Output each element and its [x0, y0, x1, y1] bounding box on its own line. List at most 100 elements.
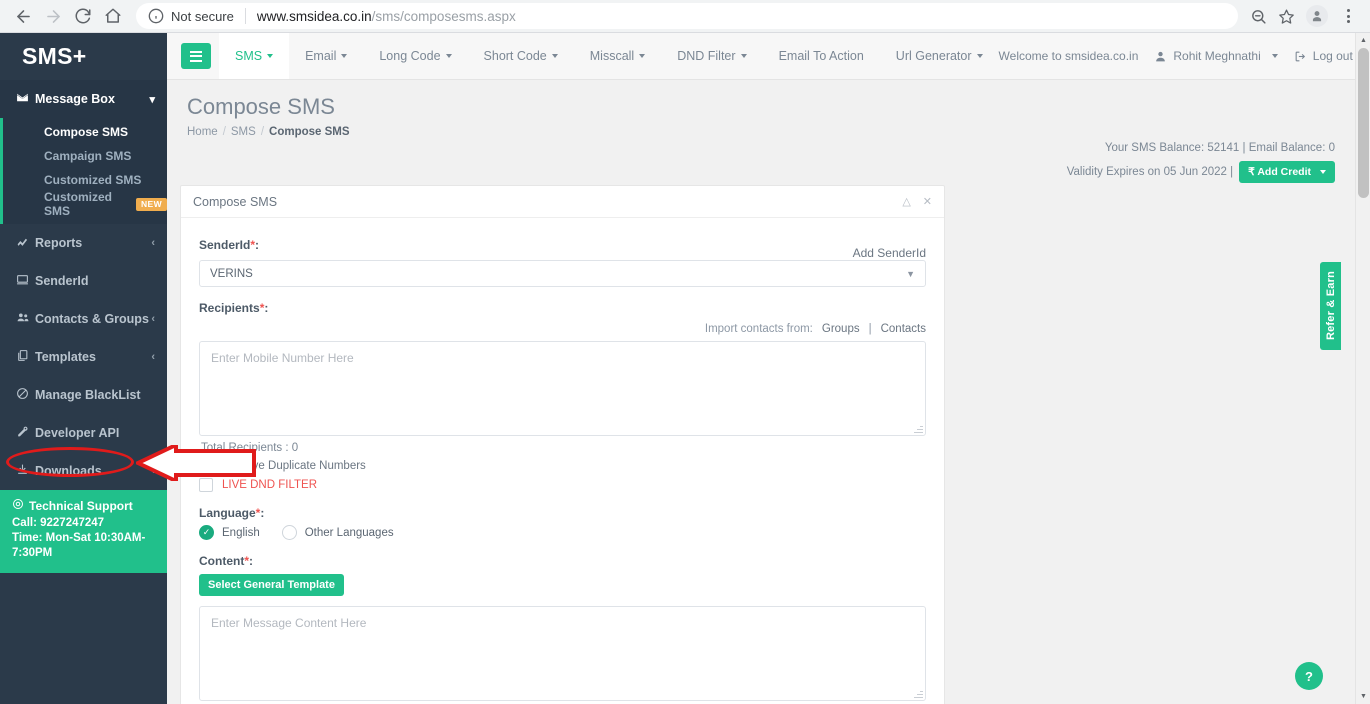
home-icon[interactable] [98, 1, 128, 31]
profile-avatar-icon[interactable] [1306, 5, 1328, 27]
chevron-up-icon[interactable]: △ [902, 195, 910, 208]
nav-item-long-code[interactable]: Long Code [363, 33, 467, 79]
sidebar-subitem-label: Compose SMS [44, 125, 128, 139]
user-name: Rohit Meghnathi [1173, 49, 1260, 63]
sidebar-item-compose-sms[interactable]: Compose SMS [0, 120, 167, 144]
radio-other-label: Other Languages [305, 527, 394, 539]
chart-line-icon [16, 235, 35, 251]
remove-duplicates-row[interactable]: Remove Duplicate Numbers [199, 459, 926, 473]
recipients-textarea[interactable]: Enter Mobile Number Here [199, 341, 926, 436]
radio-english-label: English [222, 527, 260, 539]
breadcrumb-separator: / [223, 126, 226, 138]
sidebar-item-label: Contacts & Groups [35, 312, 151, 326]
add-senderid-link[interactable]: Add SenderId [853, 246, 926, 260]
add-credit-button[interactable]: ₹ Add Credit [1239, 161, 1335, 183]
panel-tools: △ ✕ [902, 195, 932, 208]
scroll-down-icon[interactable]: ▼ [1356, 689, 1370, 704]
add-credit-label: ₹ Add Credit [1248, 166, 1311, 178]
new-badge: NEW [136, 198, 167, 211]
nav-item-email-to-action[interactable]: Email To Action [763, 33, 880, 79]
resize-handle[interactable] [914, 424, 923, 433]
refer-and-earn-tab[interactable]: Refer & Earn [1320, 262, 1341, 350]
live-dnd-row[interactable]: LIVE DND FILTER [199, 478, 926, 492]
ban-icon [16, 387, 35, 403]
remove-duplicates-label: Remove Duplicate Numbers [222, 460, 366, 472]
user-menu[interactable]: Rohit Meghnathi [1154, 49, 1277, 63]
nav-item-url-generator[interactable]: Url Generator [880, 33, 999, 79]
sidebar-item-label: SenderId [35, 274, 155, 288]
nav-item-sms[interactable]: SMS [219, 33, 289, 79]
chevron-down-icon: ▾ [149, 93, 155, 106]
technical-support-box: Technical Support Call: 9227247247 Time:… [0, 490, 167, 573]
total-recipients-text: Total Recipients : 0 [201, 442, 926, 454]
recipients-label-text: Recipients [199, 301, 260, 315]
back-icon[interactable] [8, 1, 38, 31]
brand-logo[interactable]: SMS+ [0, 33, 167, 80]
scroll-up-icon[interactable]: ▲ [1356, 33, 1370, 48]
remove-duplicates-checkbox[interactable] [199, 459, 213, 473]
address-bar[interactable]: Not secure www.smsidea.co.in/sms/compose… [136, 3, 1238, 29]
caret-down-icon [1320, 170, 1326, 174]
caret-down-icon [446, 54, 452, 58]
breadcrumb-home[interactable]: Home [187, 126, 218, 138]
select-general-template-button[interactable]: Select General Template [199, 574, 344, 596]
content-placeholder: Enter Message Content Here [211, 616, 366, 630]
required-mark: * [244, 554, 249, 568]
sidebar-item-manage-blacklist[interactable]: Manage BlackList [0, 376, 167, 414]
compose-sms-panel: Compose SMS △ ✕ SenderId*: Add SenderId … [180, 185, 945, 704]
breadcrumb: Home/SMS/Compose SMS [187, 126, 1357, 138]
sidebar-item-campaign-sms[interactable]: Campaign SMS [0, 144, 167, 168]
account-balance-box: Your SMS Balance: 52141 | Email Balance:… [1067, 142, 1335, 183]
sidebar-item-customized-sms[interactable]: Customized SMS [0, 168, 167, 192]
nav-label: Long Code [379, 49, 440, 63]
info-circle-icon [148, 8, 164, 24]
language-label-text: Language [199, 506, 256, 520]
reload-icon[interactable] [68, 1, 98, 31]
required-mark: * [250, 238, 255, 252]
sidebar-item-reports[interactable]: Reports ‹ [0, 224, 167, 262]
resize-handle[interactable] [914, 689, 923, 698]
import-contacts-link[interactable]: Contacts [881, 323, 926, 335]
sidebar-item-message-box[interactable]: Message Box ▾ [0, 80, 167, 118]
envelope-icon [16, 91, 35, 107]
nav-item-dnd-filter[interactable]: DND Filter [661, 33, 762, 79]
url-path: /sms/composesms.aspx [372, 9, 516, 24]
logout-icon [1294, 50, 1307, 63]
sidebar-item-templates[interactable]: Templates ‹ [0, 338, 167, 376]
download-icon [16, 463, 35, 479]
hamburger-menu-icon[interactable] [181, 43, 211, 69]
sidebar-item-downloads[interactable]: Downloads ‹ [0, 452, 167, 490]
kebab-menu-icon[interactable] [1334, 1, 1362, 31]
nav-item-misscall[interactable]: Misscall [574, 33, 661, 79]
sidebar-item-label: Templates [35, 350, 151, 364]
content-textarea[interactable]: Enter Message Content Here [199, 606, 926, 701]
live-dnd-checkbox[interactable] [199, 478, 213, 492]
question-mark-icon: ? [1305, 669, 1313, 684]
nav-item-email[interactable]: Email [289, 33, 363, 79]
support-title-row: Technical Support [12, 498, 155, 514]
radio-english-selected[interactable]: ✓ [199, 525, 214, 540]
import-label: Import contacts from: [705, 323, 813, 335]
caret-down-icon [741, 54, 747, 58]
nav-item-short-code[interactable]: Short Code [468, 33, 574, 79]
page-scrollbar[interactable]: ▲ ▼ [1355, 33, 1370, 704]
breadcrumb-separator: / [261, 126, 264, 138]
senderid-select[interactable]: VERINS ▼ [199, 260, 926, 287]
import-groups-link[interactable]: Groups [822, 323, 860, 335]
sidebar-item-developer-api[interactable]: Developer API [0, 414, 167, 452]
submenu-accent-bar [0, 118, 3, 224]
sidebar-item-label: Message Box [35, 92, 149, 106]
breadcrumb-sms[interactable]: SMS [231, 126, 256, 138]
scrollbar-thumb[interactable] [1358, 48, 1369, 198]
sidebar-item-customized-sms-new[interactable]: Customized SMS NEW [0, 192, 167, 216]
sidebar-item-contacts-groups[interactable]: Contacts & Groups ‹ [0, 300, 167, 338]
star-icon[interactable] [1272, 1, 1300, 31]
zoom-out-icon[interactable] [1244, 1, 1272, 31]
radio-other-languages[interactable] [282, 525, 297, 540]
sidebar-item-senderid[interactable]: SenderId [0, 262, 167, 300]
logout-button[interactable]: Log out [1294, 49, 1353, 63]
help-button[interactable]: ? [1295, 662, 1323, 690]
panel-header: Compose SMS △ ✕ [181, 186, 944, 218]
close-icon[interactable]: ✕ [923, 195, 932, 208]
sidebar-group-message-box: Message Box ▾ Compose SMS Campaign SMS C… [0, 80, 167, 224]
